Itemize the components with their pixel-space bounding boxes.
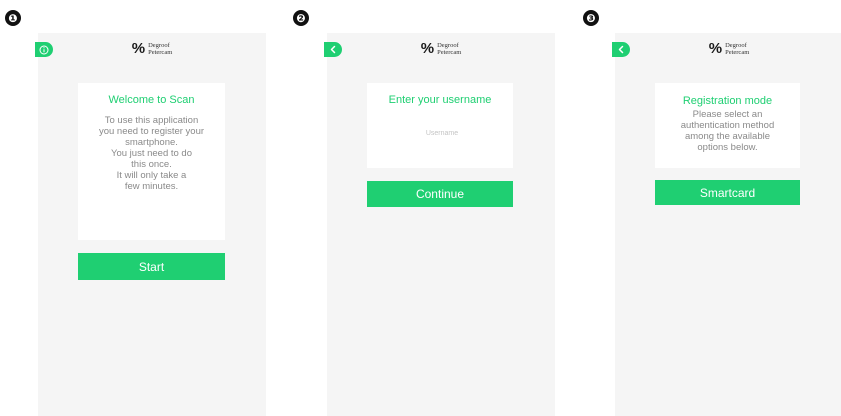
welcome-line: few minutes. [124,181,179,192]
welcome-screen: % Degroof Petercam Welcome to Scan To us… [35,33,266,416]
registration-title: Registration mode [682,95,773,107]
back-chevron-icon [330,45,336,54]
logo-line-2: Petercam [725,48,750,56]
logo-mark: % [131,40,145,57]
logo-line-1: Degroof [725,41,747,49]
username-screen: % Degroof Petercam Enter your username C… [324,33,555,416]
brand-logo: % Degroof Petercam [421,40,462,57]
registration-message: Please select an authentication method a… [655,109,800,153]
logo-line-2: Petercam [437,48,462,56]
registration-card: Registration mode Please select an authe… [655,83,800,168]
back-chevron-icon [618,45,624,54]
welcome-line: this once. [131,159,172,170]
info-icon [39,45,49,54]
registration-line: options below. [697,142,758,153]
logo-line-1: Degroof [148,41,170,49]
brand-logo: % Degroof Petercam [709,40,750,57]
back-button[interactable] [324,42,342,57]
continue-button[interactable]: Continue [367,181,513,207]
username-card: Enter your username [367,83,513,168]
step-2-badge: ❷ [293,10,309,26]
logo-mark: % [708,40,722,57]
step-3-badge: ❸ [583,10,599,26]
welcome-line: You just need to do [111,148,192,159]
brand-logo: % Degroof Petercam [132,40,173,57]
username-title: Enter your username [388,94,492,106]
registration-line: authentication method [680,120,775,131]
start-button[interactable]: Start [78,253,225,280]
logo-mark: % [420,40,434,57]
info-button[interactable] [35,42,53,57]
registration-mode-screen: % Degroof Petercam Registration mode Ple… [612,33,841,416]
logo-line-2: Petercam [148,48,173,56]
welcome-line: To use this application [104,115,199,126]
welcome-line: smartphone. [125,137,178,148]
logo-line-1: Degroof [437,41,459,49]
welcome-title: Welcome to Scan [108,94,195,106]
registration-line: among the available [684,131,771,142]
welcome-card: Welcome to Scan To use this application … [78,83,225,240]
welcome-line: It will only take a [116,170,187,181]
back-button[interactable] [612,42,630,57]
welcome-line: you need to register your [98,126,205,137]
step-1-badge: ❶ [5,10,21,26]
registration-line: Please select an [692,109,763,120]
username-input[interactable] [387,125,497,141]
welcome-message: To use this application you need to regi… [78,115,225,192]
smartcard-button[interactable]: Smartcard [655,180,800,205]
